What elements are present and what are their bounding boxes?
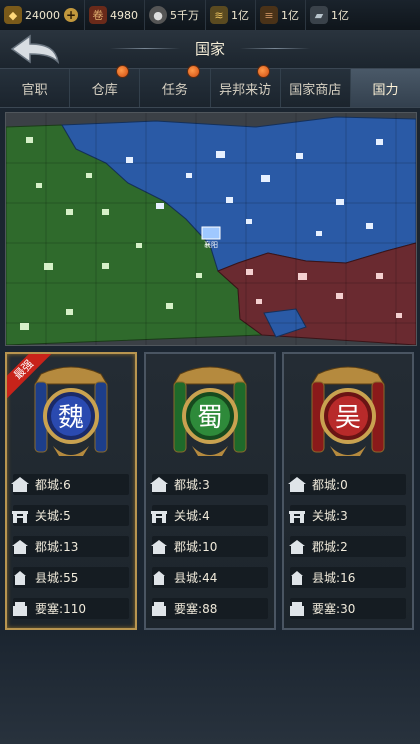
stat-fortress: 要塞:30: [290, 598, 406, 619]
stat-fortress: 要塞:88: [152, 598, 268, 619]
fortress-icon: [152, 601, 166, 616]
tab-national-shop[interactable]: 国家商店: [280, 69, 351, 107]
wu-emblem-icon: 吴: [311, 366, 385, 456]
county-icon: [291, 570, 303, 585]
prefecture-icon: [12, 539, 28, 554]
iron-value: 1亿: [331, 9, 349, 22]
add-ingot-button[interactable]: +: [64, 8, 78, 22]
contribution-value: 4980: [110, 8, 138, 22]
title-bar: 国家: [0, 30, 420, 68]
fortress-icon: [290, 601, 304, 616]
territory-map[interactable]: 襄阳: [5, 112, 417, 346]
stat-prefecture: 郡城:10: [151, 536, 268, 557]
coin-value: 5千万: [170, 9, 199, 22]
tab-warehouse[interactable]: 仓库: [70, 65, 141, 107]
stat-pass: 关城:3: [289, 505, 406, 526]
stat-fortress: 要塞:110: [13, 598, 129, 619]
wei-emblem-icon: 魏: [34, 366, 108, 456]
resource-contribution[interactable]: 卷 4980: [85, 0, 145, 30]
wu-emblem-char: 吴: [335, 403, 361, 433]
stat-county: 县城:44: [152, 567, 268, 588]
capital-label: 襄阳: [204, 240, 218, 249]
fortress-icon: [13, 601, 27, 616]
capital-icon: [288, 476, 306, 492]
iron-icon: ▰: [310, 6, 328, 24]
grain-value: 1亿: [231, 9, 249, 22]
territory-map-svg: 襄阳: [6, 113, 416, 345]
resource-wood[interactable]: ≡ 1亿: [256, 0, 306, 30]
resource-iron[interactable]: ▰ 1亿: [306, 0, 355, 30]
title-decoration-right: [240, 48, 310, 49]
kingdom-card-wei[interactable]: 最强 魏 都城:6 关城:5 郡城:13 县城:55 要塞:110: [5, 352, 137, 630]
kingdom-card-shu[interactable]: 蜀 都城:3 关城:4 郡城:10 县城:44 要塞:88: [144, 352, 276, 630]
pass-icon: [289, 510, 305, 523]
page-title: 国家: [194, 40, 225, 58]
capital-icon: [150, 476, 168, 492]
notification-dot: [116, 65, 130, 78]
tab-officials[interactable]: 官职: [0, 69, 71, 107]
stat-prefecture: 郡城:13: [12, 536, 129, 557]
stat-capital: 都城:6: [11, 474, 129, 495]
grain-icon: ≋: [210, 6, 228, 24]
ingot-value: 24000: [25, 8, 60, 22]
capital-icon: [11, 476, 29, 492]
prefecture-icon: [151, 539, 167, 554]
pass-icon: [12, 510, 28, 523]
tab-national-power[interactable]: 国力: [350, 69, 420, 107]
notification-dot: [256, 65, 270, 78]
wood-icon: ≡: [260, 6, 278, 24]
stat-pass: 关城:5: [12, 505, 129, 526]
shu-emblem-char: 蜀: [197, 403, 223, 433]
notification-dot: [186, 65, 200, 78]
coin-icon: ●: [149, 6, 167, 24]
stat-county: 县城:16: [290, 567, 406, 588]
contribution-icon: 卷: [89, 6, 107, 24]
resource-grain[interactable]: ≋ 1亿: [206, 0, 256, 30]
capital-marker: [201, 226, 221, 240]
stat-prefecture: 郡城:2: [289, 536, 406, 557]
kingdom-card-wu[interactable]: 吴 都城:0 关城:3 郡城:2 县城:16 要塞:30: [282, 352, 414, 630]
ingot-icon: ◆: [4, 6, 22, 24]
resource-coin[interactable]: ● 5千万: [145, 0, 206, 30]
prefecture-icon: [289, 539, 305, 554]
resource-ingot[interactable]: ◆ 24000 +: [0, 0, 85, 30]
resource-bar: ◆ 24000 + 卷 4980 ● 5千万 ≋ 1亿 ≡ 1亿 ▰ 1亿: [0, 0, 420, 31]
stat-capital: 都城:3: [150, 474, 268, 495]
wood-value: 1亿: [281, 9, 299, 22]
shu-emblem-icon: 蜀: [173, 366, 247, 456]
stat-county: 县城:55: [13, 567, 129, 588]
tab-bar: 官职 仓库 任务 异邦来访 国家商店 国力: [0, 65, 420, 108]
pass-icon: [151, 510, 167, 523]
background-panel: [0, 632, 420, 744]
stat-pass: 关城:4: [151, 505, 268, 526]
county-icon: [153, 570, 165, 585]
stat-capital: 都城:0: [288, 474, 406, 495]
tab-tasks[interactable]: 任务: [140, 65, 211, 107]
tab-foreign-visits[interactable]: 异邦来访: [210, 65, 281, 107]
wei-emblem-char: 魏: [58, 403, 84, 433]
county-icon: [14, 570, 26, 585]
